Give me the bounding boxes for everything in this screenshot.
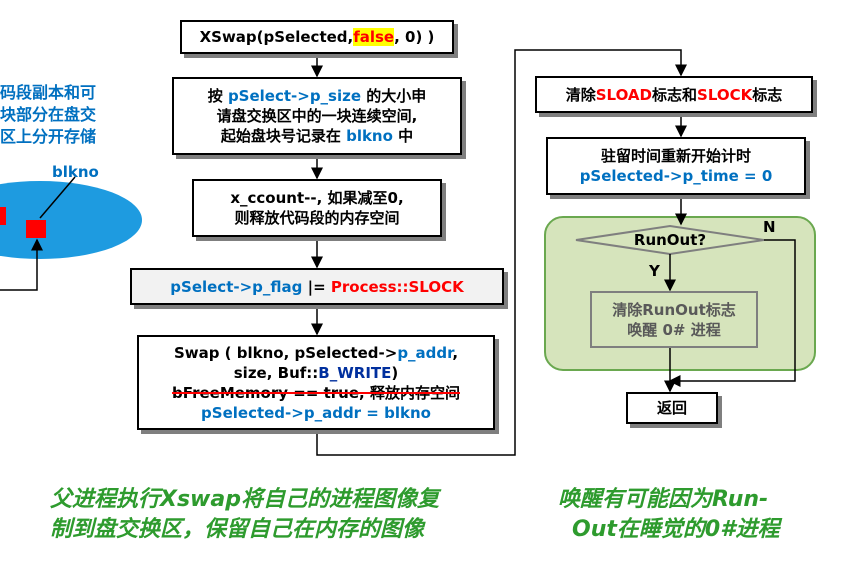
box2-l3a: 起始盘块号记录在	[220, 127, 347, 145]
disk-block-small	[0, 207, 6, 225]
box3-l2: 则释放代码段的内存空间	[234, 209, 400, 227]
left-text-line-1: 码段副本和可	[0, 83, 97, 102]
blkno-label: blkno	[52, 163, 99, 181]
return-box: 返回	[626, 392, 718, 424]
box5-freememory-struck: bFreeMemory == true, 释放内存空间	[172, 383, 460, 402]
box5-bwrite: B_WRITE	[318, 363, 392, 382]
xswap-suffix: , 0) )	[394, 28, 435, 46]
reset-time-box: 驻留时间重新开始计时 pSelected->p_time = 0	[546, 137, 806, 195]
clear-a: 清除	[565, 85, 596, 104]
wake-l1: 清除RunOut标志	[612, 300, 736, 319]
left-text-line-3: 区上分开存储	[0, 127, 97, 146]
xswap-prefix: XSwap(pSelected,	[199, 28, 354, 46]
no-label: N	[763, 218, 776, 236]
box2-l1c: 的大小申	[361, 87, 427, 105]
note-right-line-2: Out在睡觉的0#进程	[572, 517, 780, 542]
box5-paddr: p_addr	[397, 343, 453, 362]
box5-paddr2: pSelected->p_addr	[201, 403, 362, 422]
reset-l1: 驻留时间重新开始计时	[600, 147, 751, 165]
return-label: 返回	[656, 399, 687, 417]
box5-buf: Buf::	[277, 363, 319, 382]
clear-c: 标志和	[652, 85, 698, 104]
clear-flags-box: 清除SLOAD标志和SLOCK标志	[535, 76, 813, 113]
set-slock-box: pSelect->p_flag |= Process::SLOCK	[130, 268, 504, 305]
ccount-box: x_ccount--, 如果减至0, 则释放代码段的内存空间	[192, 179, 442, 237]
left-text-line-2: 块部分在盘交	[0, 105, 97, 124]
reset-l2: pSelected->p_time = 0	[579, 167, 773, 185]
xswap-call-box: XSwap(pSelected,false, 0) )	[180, 20, 454, 54]
box5-assign: = blkno	[361, 403, 431, 422]
note-left-line-2: 制到盘交换区，保留自己在内存的图像	[50, 517, 425, 542]
swap-write-box: Swap ( blkno, pSelected->p_addr, size, B…	[137, 335, 495, 430]
note-right-line-1: 唤醒有可能因为Run-	[558, 487, 769, 512]
box2-l2: 请盘交换区中的一块连续空间,	[216, 107, 418, 125]
box4-op: |=	[302, 277, 331, 296]
box4-slock: Process::SLOCK	[330, 277, 464, 296]
box2-l1a: 按	[207, 87, 228, 105]
box2-blkno: blkno	[346, 127, 393, 145]
disk-swap-area	[0, 181, 142, 259]
xswap-arg-false: false	[353, 28, 395, 46]
box4-pflag: pSelect->p_flag	[170, 277, 303, 296]
clear-slock: SLOCK	[697, 85, 753, 104]
wake-l2: 唤醒 0# 进程	[627, 320, 721, 339]
box5-l1a: Swap ( blkno, pSelected->	[173, 343, 398, 362]
box5-l1c: ,	[452, 343, 459, 362]
box2-l3c: 中	[392, 127, 414, 145]
yes-label: Y	[649, 262, 660, 280]
allocate-swap-box: 按 pSelect->p_size 的大小申 请盘交换区中的一块连续空间, 起始…	[172, 77, 462, 155]
decision-label: RunOut?	[633, 231, 707, 249]
box3-l1: x_ccount--, 如果减至0,	[230, 189, 404, 207]
disk-block-blkno	[26, 220, 46, 238]
box2-psize: pSelect->p_size	[227, 87, 362, 105]
clear-e: 标志	[752, 85, 783, 104]
wake-process-box: 清除RunOut标志 唤醒 0# 进程	[590, 291, 758, 348]
box5-l2d: )	[391, 363, 399, 382]
note-left-line-1: 父进程执行Xswap将自己的进程图像复	[50, 487, 439, 512]
clear-sload: SLOAD	[595, 85, 652, 104]
box5-l2a: size,	[233, 363, 278, 382]
